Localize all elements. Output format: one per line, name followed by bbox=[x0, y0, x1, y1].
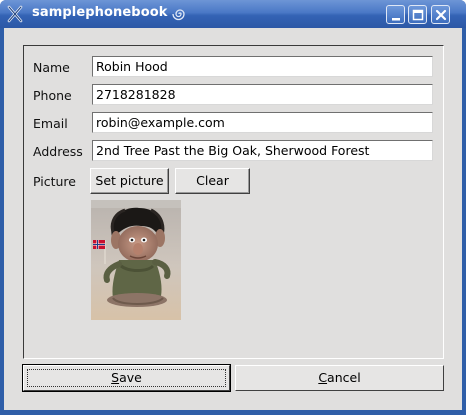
phone-field[interactable]: 2718281828 bbox=[92, 84, 433, 105]
minimize-button[interactable] bbox=[386, 5, 405, 24]
maximize-icon bbox=[412, 9, 424, 21]
cancel-label-rest: ancel bbox=[327, 370, 361, 385]
contact-picture bbox=[91, 200, 181, 320]
close-icon bbox=[435, 9, 447, 21]
cancel-accelerator: C bbox=[318, 370, 328, 385]
app-window: samplephonebook Name Robin Hood Phone 27… bbox=[0, 0, 466, 415]
title-bar[interactable]: samplephonebook bbox=[0, 0, 466, 28]
name-label: Name bbox=[33, 60, 70, 75]
phone-label: Phone bbox=[33, 88, 72, 103]
save-button[interactable]: Save bbox=[22, 364, 231, 392]
name-field[interactable]: Robin Hood bbox=[92, 56, 433, 77]
focus-ring bbox=[27, 369, 226, 387]
clear-picture-button[interactable]: Clear bbox=[175, 168, 250, 194]
spiral-icon bbox=[171, 6, 188, 21]
address-label: Address bbox=[33, 144, 83, 159]
email-field[interactable]: robin@example.com bbox=[92, 112, 433, 133]
picture-label: Picture bbox=[33, 174, 76, 189]
email-label: Email bbox=[33, 116, 68, 131]
address-field[interactable]: 2nd Tree Past the Big Oak, Sherwood Fore… bbox=[92, 140, 433, 161]
window-title: samplephonebook bbox=[32, 5, 168, 20]
client-area: Name Robin Hood Phone 2718281828 Email r… bbox=[4, 28, 462, 410]
minimize-icon bbox=[392, 18, 400, 21]
maximize-button[interactable] bbox=[408, 5, 427, 24]
app-icon[interactable] bbox=[6, 5, 24, 23]
cancel-button[interactable]: Cancel bbox=[235, 365, 444, 391]
set-picture-button[interactable]: Set picture bbox=[90, 168, 169, 194]
close-button[interactable] bbox=[431, 5, 450, 24]
